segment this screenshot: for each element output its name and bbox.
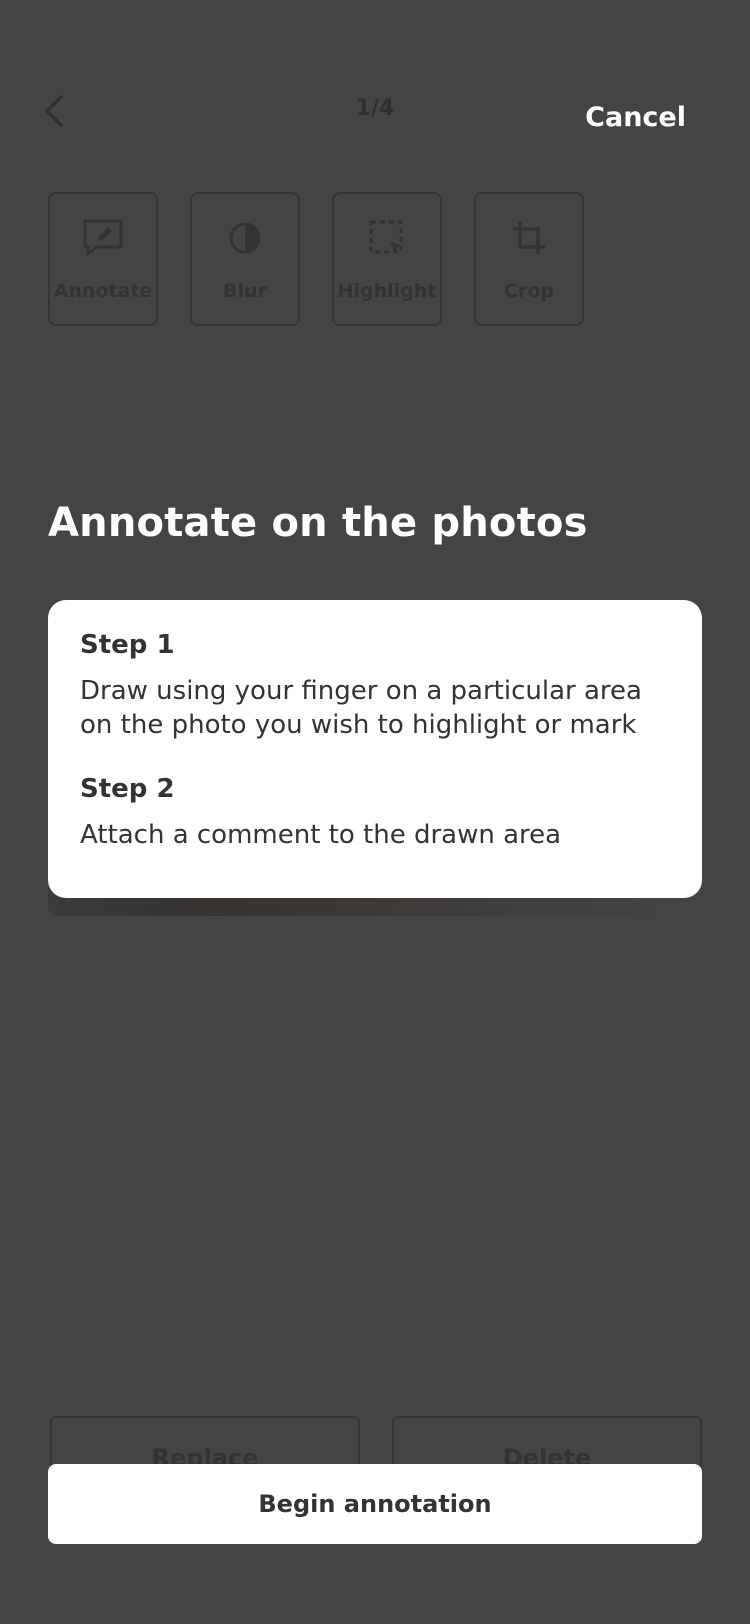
annotate-icon	[81, 216, 125, 260]
annotation-onboarding-screen: 1/4 Cancel Annotate Blur Highlight Crop …	[0, 0, 750, 1624]
page-title: Annotate on the photos	[48, 500, 588, 546]
tool-label: Blur	[223, 280, 267, 302]
crop-icon	[507, 216, 551, 260]
tool-label: Highlight	[337, 280, 437, 302]
tool-label: Annotate	[53, 280, 153, 302]
tool-label: Crop	[504, 280, 554, 302]
instructions-card: Step 1 Draw using your finger on a parti…	[48, 600, 702, 898]
step-2-text: Attach a comment to the drawn area	[80, 820, 562, 850]
highlight-icon	[365, 216, 409, 260]
cancel-button[interactable]: Cancel	[585, 102, 686, 133]
tools-row: Annotate Blur Highlight Crop	[48, 192, 584, 326]
step-1-heading: Step 1	[80, 630, 175, 660]
tool-blur[interactable]: Blur	[190, 192, 300, 326]
tool-highlight[interactable]: Highlight	[332, 192, 442, 326]
blur-icon	[223, 216, 267, 260]
tool-crop[interactable]: Crop	[474, 192, 584, 326]
step-2-heading: Step 2	[80, 774, 175, 804]
tool-annotate[interactable]: Annotate	[48, 192, 158, 326]
begin-annotation-button[interactable]: Begin annotation	[48, 1464, 702, 1544]
step-1-text: Draw using your finger on a particular a…	[80, 676, 642, 740]
